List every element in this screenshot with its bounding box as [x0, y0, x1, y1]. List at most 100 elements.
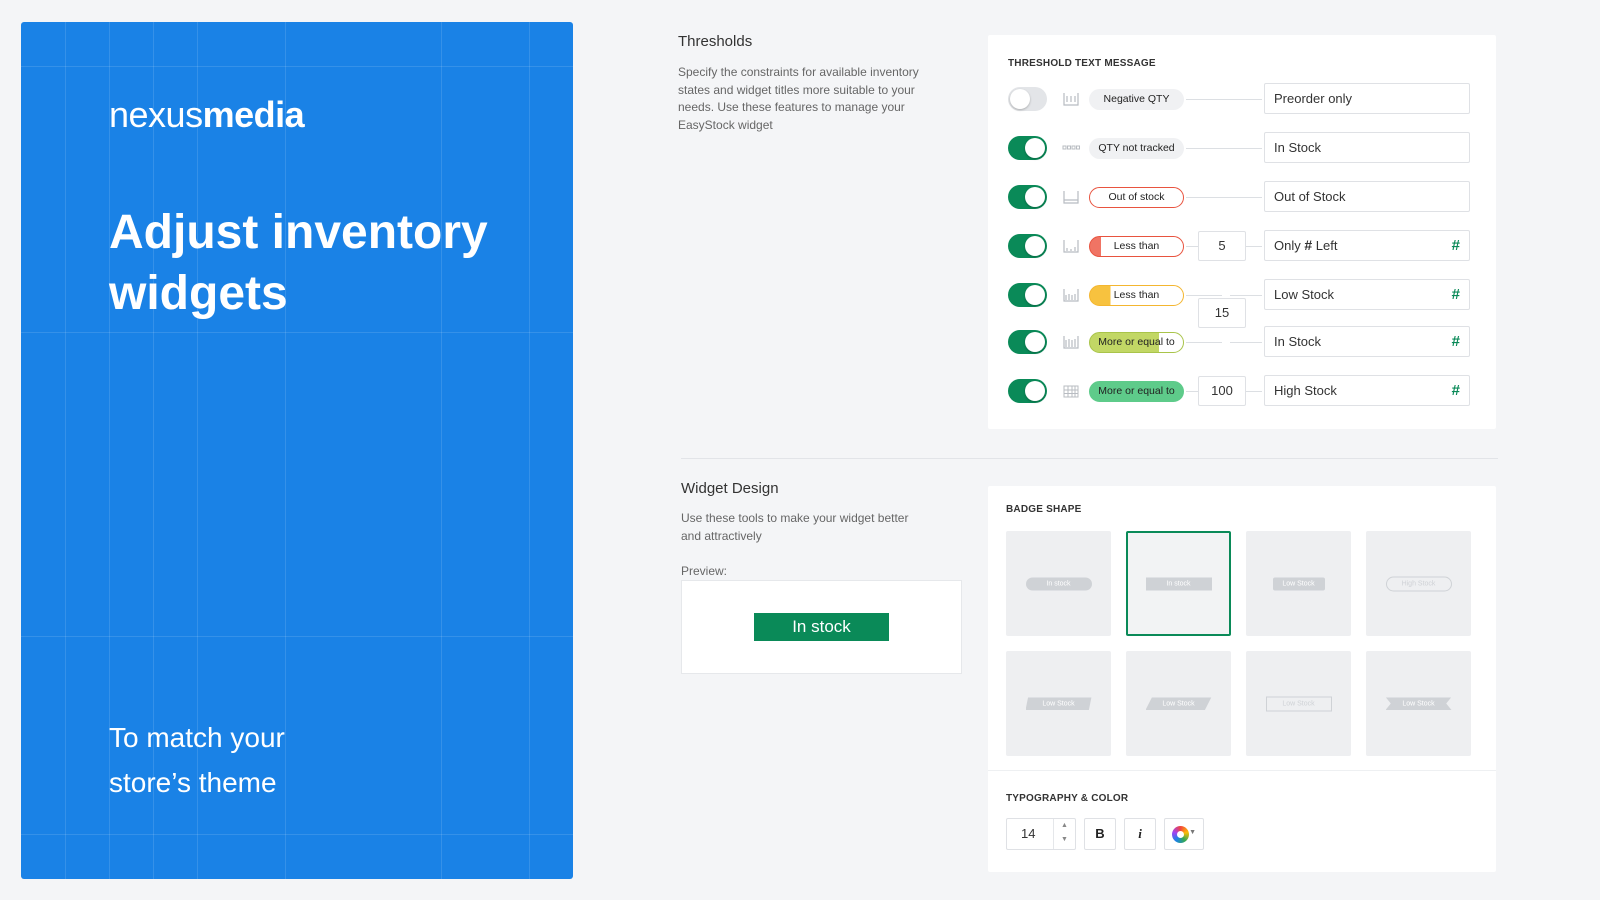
toggle-knob	[1025, 285, 1045, 305]
message-text: Left	[1315, 238, 1338, 253]
color-wheel-icon	[1172, 826, 1189, 843]
threshold-toggle[interactable]	[1008, 379, 1047, 403]
badge-sample: Low Stock	[1385, 697, 1452, 710]
threshold-row: Less than 5 Only # Left #	[988, 229, 1496, 263]
preview-label: Preview:	[681, 564, 728, 578]
widget-design-description: Use these tools to make your widget bett…	[681, 511, 909, 543]
threshold-row: Negative QTY Preorder only	[988, 82, 1496, 116]
thresholds-description: Specify the constraints for available in…	[678, 65, 919, 132]
insert-quantity-button[interactable]: #	[1452, 376, 1460, 405]
message-input[interactable]: Low Stock #	[1264, 279, 1470, 310]
connector-line	[1246, 391, 1262, 392]
chevron-down-icon[interactable]: ▼	[1054, 833, 1075, 847]
color-picker-button[interactable]: ▼	[1164, 818, 1204, 850]
grid-line	[21, 636, 573, 637]
badge-sample: Low Stock	[1025, 697, 1092, 710]
connector-line	[1186, 342, 1222, 343]
threshold-toggle[interactable]	[1008, 330, 1047, 354]
badge-shape-option[interactable]: Low Stock	[1246, 651, 1351, 756]
section-divider	[681, 458, 1498, 459]
condition-pill[interactable]: Less than	[1089, 236, 1184, 257]
threshold-toggle[interactable]	[1008, 136, 1047, 160]
chevron-up-icon[interactable]: ▲	[1054, 819, 1075, 833]
condition-label: Negative QTY	[1103, 93, 1170, 105]
message-text: Out of Stock	[1274, 189, 1346, 204]
badge-sample: Low Stock	[1265, 696, 1332, 711]
insert-quantity-button[interactable]: #	[1452, 327, 1460, 356]
threshold-row: More or equal to In Stock #	[988, 325, 1496, 359]
preview-badge: In stock	[754, 613, 889, 641]
full-shelf-icon	[1062, 335, 1080, 349]
badge-sample: In stock	[1025, 577, 1092, 590]
badge-shape-option-selected[interactable]: In stock	[1126, 531, 1231, 636]
condition-label: More or equal to	[1098, 336, 1175, 348]
badge-shape-option[interactable]: In stock	[1006, 531, 1111, 636]
threshold-toggle[interactable]	[1008, 234, 1047, 258]
message-text: Low Stock	[1274, 287, 1334, 302]
design-card: BADGE SHAPE In stock In stock Low Stock …	[988, 486, 1496, 872]
message-input[interactable]: In Stock	[1264, 132, 1470, 163]
threshold-toggle[interactable]	[1008, 283, 1047, 307]
condition-pill[interactable]: Negative QTY	[1089, 89, 1184, 110]
condition-pill[interactable]: Out of stock	[1089, 187, 1184, 208]
threshold-value-input[interactable]: 5	[1198, 231, 1246, 261]
not-tracked-icon	[1062, 141, 1080, 155]
grid-line	[21, 834, 573, 835]
threshold-value-input[interactable]: 100	[1198, 376, 1246, 406]
message-text: In Stock	[1274, 334, 1321, 349]
threshold-value-input[interactable]: 15	[1198, 298, 1246, 328]
stacked-boxes-icon	[1062, 384, 1080, 398]
connector-line	[1186, 391, 1198, 392]
badge-shape-option[interactable]: Low Stock	[1366, 651, 1471, 756]
threshold-row: QTY not tracked In Stock	[988, 131, 1496, 165]
hero-subtitle: To match your store’s theme	[109, 722, 285, 798]
italic-button[interactable]: i	[1124, 818, 1156, 850]
font-size-stepper[interactable]: 14 ▲ ▼	[1006, 818, 1076, 850]
connector-line	[1230, 295, 1262, 296]
badge-shape-option[interactable]: High Stock	[1366, 531, 1471, 636]
bold-button[interactable]: B	[1084, 818, 1116, 850]
condition-label: QTY not tracked	[1098, 142, 1175, 154]
connector-line	[1186, 246, 1198, 247]
message-input[interactable]: Only # Left #	[1264, 230, 1470, 261]
connector-line	[1186, 99, 1262, 100]
quantity-placeholder: #	[1304, 237, 1313, 253]
message-input[interactable]: Preorder only	[1264, 83, 1470, 114]
message-text: Preorder only	[1274, 91, 1353, 106]
thresholds-title: Thresholds	[678, 33, 753, 50]
grid-line	[529, 22, 530, 879]
badge-shape-option[interactable]: Low Stock	[1006, 651, 1111, 756]
connector-line	[1186, 148, 1262, 149]
card-separator	[988, 770, 1496, 771]
insert-quantity-button[interactable]: #	[1452, 280, 1460, 309]
condition-pill[interactable]: Less than	[1089, 285, 1184, 306]
condition-label: Out of stock	[1108, 191, 1165, 203]
font-size-value: 14	[1021, 826, 1036, 841]
connector-line	[1230, 342, 1262, 343]
low-shelf-icon	[1062, 239, 1080, 253]
toggle-knob	[1025, 332, 1045, 352]
threshold-toggle[interactable]	[1008, 87, 1047, 111]
condition-pill[interactable]: More or equal to	[1089, 381, 1184, 402]
stepper-arrows[interactable]: ▲ ▼	[1053, 819, 1075, 849]
connector-line	[1186, 197, 1262, 198]
condition-pill[interactable]: More or equal to	[1089, 332, 1184, 353]
toggle-knob	[1025, 381, 1045, 401]
condition-label: More or equal to	[1098, 385, 1175, 397]
message-input[interactable]: In Stock #	[1264, 326, 1470, 357]
badge-shape-option[interactable]: Low Stock	[1246, 531, 1351, 636]
message-input[interactable]: High Stock #	[1264, 375, 1470, 406]
threshold-card-label: THRESHOLD TEXT MESSAGE	[1008, 58, 1156, 69]
condition-pill[interactable]: QTY not tracked	[1089, 138, 1184, 159]
toggle-knob	[1025, 236, 1045, 256]
threshold-toggle[interactable]	[1008, 185, 1047, 209]
message-input[interactable]: Out of Stock	[1264, 181, 1470, 212]
brand-light-text: nexus	[109, 94, 203, 135]
hero-title: Adjust inventory widgets	[109, 206, 488, 320]
threshold-row: More or equal to 100 High Stock #	[988, 374, 1496, 408]
threshold-row: Out of stock Out of Stock	[988, 180, 1496, 214]
typography-label: TYPOGRAPHY & COLOR	[1006, 793, 1129, 804]
insert-quantity-button[interactable]: #	[1452, 231, 1460, 260]
badge-shape-option[interactable]: Low Stock	[1126, 651, 1231, 756]
badge-sample: Low Stock	[1145, 697, 1212, 710]
